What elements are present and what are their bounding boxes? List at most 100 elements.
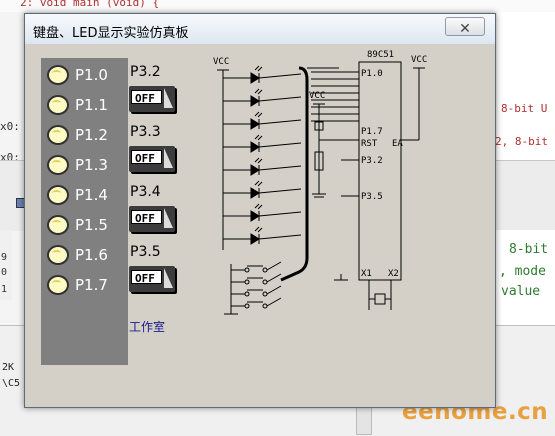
- led-row: [223, 92, 359, 153]
- switch-bevel: [164, 88, 173, 108]
- vcc-label: VCC: [411, 55, 427, 65]
- keypad-panel: P1.0 P1.1 P1.2 P1.3 P1.4 P1.5 P1.6 P1.7: [41, 58, 128, 365]
- led-icon: [250, 210, 260, 222]
- switch-p3-2[interactable]: P3.2 OFF: [129, 64, 177, 119]
- key-label: P1.4: [75, 186, 108, 204]
- key-bulb-icon: [47, 245, 69, 265]
- line-number: 0: [1, 267, 8, 278]
- switch-p3-4[interactable]: P3.4 OFF: [129, 184, 177, 239]
- switch-face: OFF: [131, 150, 162, 165]
- studio-label: 工作室: [129, 320, 166, 334]
- switch-label: P3.2: [130, 64, 161, 80]
- pin-label: RST: [361, 139, 378, 149]
- pin-label: P1.0: [361, 69, 383, 79]
- key-p1-5[interactable]: P1.5: [41, 212, 128, 240]
- key-bulb-icon: [47, 65, 69, 85]
- ide-output-line: 2K: [2, 362, 15, 373]
- led-icon: [250, 164, 260, 176]
- key-bulb-icon: [47, 185, 69, 205]
- simulator-panel: P1.0 P1.1 P1.2 P1.3 P1.4 P1.5 P1.6 P1.7 …: [31, 44, 489, 400]
- switch-state: OFF: [135, 212, 155, 225]
- ide-line-numbers: 9 0 1: [0, 230, 12, 300]
- line-number: 9: [1, 252, 8, 263]
- vcc-label: VCC: [309, 91, 325, 101]
- toggle-switch-button[interactable]: OFF: [129, 266, 175, 292]
- key-p1-0[interactable]: P1.0: [41, 62, 128, 90]
- ide-editor-top: 2: void main (void) {: [0, 0, 555, 12]
- led-row: [223, 113, 359, 222]
- ide-code-line: 2: void main (void) {: [20, 0, 160, 9]
- key-label: P1.7: [75, 276, 108, 294]
- switch-face: OFF: [131, 90, 162, 105]
- ide-green-text: , mode: [499, 264, 546, 279]
- switch-bevel: [164, 268, 173, 288]
- led-icon: [250, 187, 260, 199]
- title-bar[interactable]: 键盘、LED显示实验仿真板 ✕: [25, 14, 495, 44]
- line-number: 1: [1, 284, 8, 295]
- ide-code-panel: 8-bit , mode value: [494, 230, 555, 325]
- key-p1-6[interactable]: P1.6: [41, 242, 128, 270]
- pushbutton-switch: [231, 273, 282, 285]
- toggle-switch-button[interactable]: OFF: [129, 206, 175, 232]
- key-p1-2[interactable]: P1.2: [41, 122, 128, 150]
- ide-editor-right: 8-bit U 2, 8-bit: [495, 12, 555, 162]
- key-bulb-icon: [47, 215, 69, 235]
- vcc-label: VCC: [213, 57, 229, 67]
- switch-label: P3.5: [130, 244, 161, 260]
- ide-green-text: value: [501, 284, 541, 299]
- led-icon: [250, 141, 260, 153]
- led-icon: [250, 95, 260, 107]
- pin-label: P3.5: [361, 192, 383, 202]
- switch-face: OFF: [131, 270, 162, 285]
- switch-face: OFF: [131, 210, 162, 225]
- close-icon: ✕: [459, 21, 471, 37]
- key-label: P1.0: [75, 66, 108, 84]
- key-bulb-icon: [47, 125, 69, 145]
- led-icon: [250, 72, 260, 84]
- pushbutton-switch: [231, 261, 282, 273]
- switch-bevel: [164, 148, 173, 168]
- ide-code-fragment: x0:: [0, 120, 20, 133]
- pin-label: X1: [361, 269, 372, 279]
- close-button[interactable]: ✕: [445, 17, 485, 37]
- key-p1-7[interactable]: P1.7: [41, 272, 128, 300]
- led-row: [223, 65, 359, 84]
- toggle-switch-button[interactable]: OFF: [129, 86, 175, 112]
- led-icon: [250, 233, 260, 245]
- key-p1-4[interactable]: P1.4: [41, 182, 128, 210]
- switch-p3-5[interactable]: P3.5 OFF: [129, 244, 177, 299]
- key-label: P1.2: [75, 126, 108, 144]
- circuit-schematic: 89C51 VCC VCC VCC P1.0 P1.7 RST EA P3.2 …: [213, 50, 427, 315]
- led-row: [223, 120, 359, 245]
- switch-p3-3[interactable]: P3.3 OFF: [129, 124, 177, 179]
- ide-comment: 2, 8-bit: [495, 135, 548, 148]
- ide-green-text: 8-bit: [509, 242, 549, 257]
- key-bulb-icon: [47, 95, 69, 115]
- key-p1-1[interactable]: P1.1: [41, 92, 128, 120]
- led-row: [223, 99, 359, 176]
- chip-name: 89C51: [367, 50, 394, 60]
- key-bulb-icon: [47, 155, 69, 175]
- pushbutton-switch: [231, 285, 282, 297]
- key-label: P1.1: [75, 96, 108, 114]
- simulator-window: 键盘、LED显示实验仿真板 ✕ P1.0 P1.1 P1.2 P1.3 P1.4…: [24, 13, 496, 408]
- switch-state: OFF: [135, 152, 155, 165]
- pin-label: P3.2: [361, 156, 383, 166]
- key-label: P1.5: [75, 216, 108, 234]
- switch-state: OFF: [135, 272, 155, 285]
- ide-output-line: \C5: [2, 378, 21, 389]
- switch-label: P3.3: [130, 124, 161, 140]
- toggle-switch-button[interactable]: OFF: [129, 146, 175, 172]
- switch-label: P3.4: [130, 184, 161, 200]
- ide-comment: 8-bit U: [501, 102, 548, 115]
- key-label: P1.6: [75, 246, 108, 264]
- window-title: 键盘、LED显示实验仿真板: [33, 26, 189, 41]
- switch-bevel: [164, 208, 173, 228]
- key-bulb-icon: [47, 275, 69, 295]
- pin-label: P1.7: [361, 127, 383, 137]
- key-label: P1.3: [75, 156, 108, 174]
- led-icon: [250, 118, 260, 130]
- key-p1-3[interactable]: P1.3: [41, 152, 128, 180]
- pin-label: EA: [392, 139, 403, 149]
- pushbutton-switch: [231, 297, 282, 309]
